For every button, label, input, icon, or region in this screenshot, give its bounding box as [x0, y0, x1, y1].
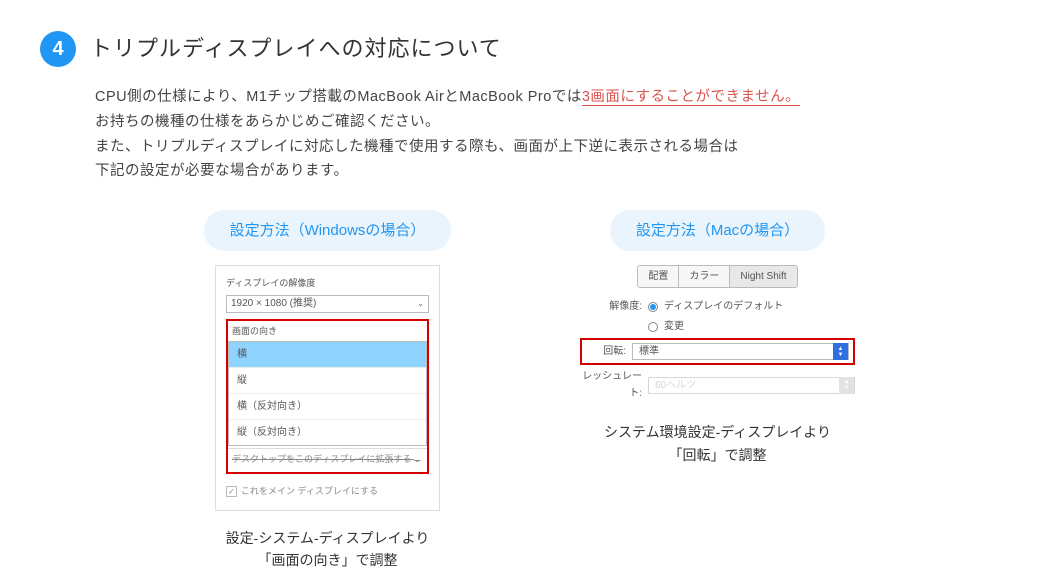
radio-change-label: 変更	[664, 318, 684, 335]
body-text: また、トリプルディスプレイに対応した機種で使用する際も、画面が上下逆に表示される…	[95, 135, 1005, 160]
rotation-value: 標準	[639, 343, 659, 360]
body-text: お持ちの機種の仕様をあらかじめご確認ください。	[95, 110, 1005, 135]
mac-settings-mock: 配置 カラー Night Shift 解像度: ディスプレイのデフォルト 変更 …	[580, 265, 855, 405]
resolution-label: 解像度:	[580, 298, 642, 315]
step-badge: 4	[40, 31, 76, 67]
orientation-option[interactable]: 縦	[229, 367, 426, 393]
orientation-label: 画面の向き	[228, 321, 427, 341]
radio-default[interactable]	[648, 302, 658, 312]
chevron-down-icon: ⌄	[417, 297, 424, 311]
refresh-label: レッシュレート:	[580, 368, 642, 402]
resolution-row-2: 変更	[580, 318, 855, 335]
body-text: CPU側の仕様により、M1チップ搭載のMacBook AirとMacBook P…	[95, 89, 582, 105]
mac-column: 設定方法（Macの場合） 配置 カラー Night Shift 解像度: ディス…	[548, 210, 888, 466]
body-text: 下記の設定が必要な場合があります。	[95, 159, 1005, 184]
resolution-select[interactable]: 1920 × 1080 (推奨) ⌄	[226, 295, 429, 313]
windows-column: 設定方法（Windowsの場合） ディスプレイの解像度 1920 × 1080 …	[158, 210, 498, 571]
refresh-select: 60ヘルツ ▲▼	[648, 377, 855, 394]
resolution-value: 1920 × 1080 (推奨)	[231, 295, 316, 312]
resolution-row: 解像度: ディスプレイのデフォルト	[580, 298, 855, 315]
rotation-select[interactable]: 標準 ▲▼	[632, 343, 849, 360]
refresh-value: 60ヘルツ	[655, 377, 696, 394]
tab-night-shift[interactable]: Night Shift	[729, 266, 796, 287]
stepper-arrows-icon: ▲▼	[839, 377, 854, 394]
section-body: CPU側の仕様により、M1チップ搭載のMacBook AirとMacBook P…	[95, 85, 1005, 184]
checkbox-icon[interactable]: ✓	[226, 486, 237, 497]
mac-caption: システム環境設定-ディスプレイより 「回転」で調整	[604, 421, 831, 466]
highlight-frame: 画面の向き 横 縦 横（反対向き） 縦（反対向き） デスクトップをこのディスプレ…	[226, 319, 429, 475]
stepper-arrows-icon: ▲▼	[833, 343, 848, 360]
tab-color[interactable]: カラー	[678, 266, 729, 287]
section-title: トリプルディスプレイへの対応について	[90, 30, 502, 67]
main-display-row: ✓ これをメイン ディスプレイにする	[226, 484, 429, 499]
orientation-list: 横 縦 横（反対向き） 縦（反対向き）	[228, 341, 427, 446]
tab-arrangement[interactable]: 配置	[638, 266, 678, 287]
section-header: 4 トリプルディスプレイへの対応について	[40, 30, 1005, 67]
windows-caption: 設定-システム-ディスプレイより 「画面の向き」で調整	[226, 527, 430, 571]
resolution-label: ディスプレイの解像度	[226, 276, 429, 291]
radio-default-label: ディスプレイのデフォルト	[664, 298, 783, 315]
orientation-option[interactable]: 横（反対向き）	[229, 393, 426, 419]
windows-heading: 設定方法（Windowsの場合）	[204, 210, 452, 252]
orientation-option[interactable]: 横	[229, 342, 426, 367]
refresh-row: レッシュレート: 60ヘルツ ▲▼	[580, 368, 855, 402]
radio-change[interactable]	[648, 322, 658, 332]
mac-tabs: 配置 カラー Night Shift	[637, 265, 797, 288]
columns: 設定方法（Windowsの場合） ディスプレイの解像度 1920 × 1080 …	[40, 210, 1005, 571]
orientation-option[interactable]: 縦（反対向き）	[229, 419, 426, 445]
windows-settings-mock: ディスプレイの解像度 1920 × 1080 (推奨) ⌄ 画面の向き 横 縦 …	[215, 265, 440, 510]
warning-text: 3画面にすることができません。	[582, 89, 800, 106]
highlight-frame: 回転: 標準 ▲▼	[580, 338, 855, 365]
struck-setting: デスクトップをこのディスプレイに拡張する ⌄	[228, 448, 427, 470]
main-display-label: これをメイン ディスプレイにする	[241, 484, 378, 499]
rotation-label: 回転:	[586, 343, 626, 360]
mac-heading: 設定方法（Macの場合）	[610, 210, 825, 252]
